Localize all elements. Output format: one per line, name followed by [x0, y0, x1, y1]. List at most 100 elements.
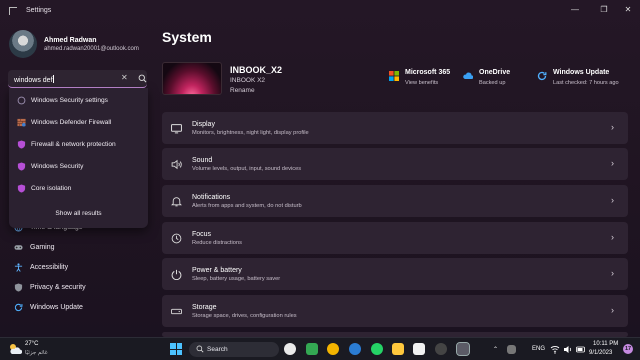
back-arrow-icon[interactable]: [9, 7, 17, 15]
weather-condition[interactable]: غائم جزئيًا: [25, 350, 48, 356]
rename-link[interactable]: Rename: [230, 87, 255, 94]
card-sound[interactable]: Sound Volume levels, output, input, soun…: [162, 148, 628, 180]
chevron-right-icon: ›: [611, 232, 614, 242]
maximize-button[interactable]: ❐: [596, 3, 612, 15]
search-suggestions: Windows Security settings Windows Defend…: [9, 88, 148, 228]
tile-title: Windows Update: [553, 69, 610, 76]
chrome-icon[interactable]: [327, 343, 339, 355]
sidebar-item-gaming[interactable]: Gaming: [0, 239, 150, 257]
app-icon-obs[interactable]: [435, 343, 447, 355]
display-icon: [171, 124, 182, 134]
device-name: INBOOK_X2: [230, 65, 283, 75]
card-display[interactable]: Display Monitors, brightness, night ligh…: [162, 112, 628, 144]
suggestion-item[interactable]: Firewall & network protection: [9, 134, 148, 154]
card-title: Power & battery: [192, 267, 242, 274]
app-icon-1[interactable]: [284, 343, 296, 355]
language-indicator[interactable]: ENG: [532, 346, 545, 352]
windows-update-icon: [537, 71, 547, 81]
suggestion-item[interactable]: Windows Security settings: [9, 90, 148, 110]
tile-subtitle: Backed up: [479, 80, 506, 86]
volume-icon[interactable]: [563, 345, 573, 354]
search-input[interactable]: windows def ✕: [8, 70, 147, 88]
search-value[interactable]: windows def: [14, 75, 54, 84]
notification-badge[interactable]: 17: [623, 344, 633, 354]
battery-icon[interactable]: [576, 345, 586, 354]
start-button[interactable]: [170, 343, 182, 355]
avatar[interactable]: [9, 30, 37, 58]
search-icon: [196, 345, 204, 353]
suggestion-item[interactable]: Windows Security: [9, 156, 148, 176]
sidebar-item-windows-update[interactable]: Windows Update: [0, 299, 150, 317]
security-shield-icon: [17, 139, 26, 149]
minimize-button[interactable]: —: [567, 3, 583, 15]
card-notifications[interactable]: Notifications Alerts from apps and syste…: [162, 185, 628, 217]
chevron-right-icon: ›: [611, 195, 614, 205]
clock-time[interactable]: 10:11 PM: [593, 341, 618, 347]
page-title: System: [162, 29, 212, 45]
tray-chevron-icon[interactable]: ⌃: [493, 346, 498, 353]
chevron-right-icon: ›: [611, 158, 614, 168]
update-icon: [14, 303, 23, 312]
device-thumbnail: [162, 62, 222, 95]
weather-cloud-sun-icon[interactable]: [8, 343, 22, 355]
user-name: Ahmed Radwan: [44, 37, 97, 44]
notion-icon[interactable]: [413, 343, 425, 355]
card-title: Storage: [192, 304, 217, 311]
microsoft-365-icon: [389, 71, 399, 81]
tile-subtitle: View benefits: [405, 80, 439, 86]
bell-icon: [171, 197, 182, 207]
suggestion-label: Firewall & network protection: [31, 140, 116, 148]
clear-search-icon[interactable]: ✕: [121, 73, 128, 82]
search-icon[interactable]: [138, 74, 147, 83]
accessibility-icon: [14, 263, 23, 272]
tray-app-icon[interactable]: [507, 345, 516, 354]
clock-date[interactable]: 9/1/2023: [589, 350, 612, 356]
user-email: ahmed.radwan20001@outlook.com: [44, 46, 139, 52]
shield-outline-icon: [17, 96, 26, 104]
card-subtitle: Sleep, battery usage, battery saver: [192, 276, 281, 282]
file-explorer-icon[interactable]: [392, 343, 404, 355]
sidebar-item-label: Privacy & security: [30, 284, 86, 291]
tile-title: OneDrive: [479, 69, 511, 76]
card-title: Display: [192, 121, 215, 128]
settings-app-icon[interactable]: [456, 342, 470, 356]
sidebar-item-privacy-security[interactable]: Privacy & security: [0, 279, 150, 297]
tile-title: Microsoft 365: [405, 69, 451, 76]
focus-icon: [171, 233, 182, 244]
card-storage[interactable]: Storage Storage space, drives, configura…: [162, 295, 628, 327]
card-subtitle: Alerts from apps and system, do not dist…: [192, 203, 302, 209]
sidebar-item-accessibility[interactable]: Accessibility: [0, 259, 150, 277]
sidebar-item-label: Windows Update: [30, 304, 83, 311]
show-all-results-link[interactable]: Show all results: [9, 210, 148, 217]
sound-icon: [171, 159, 182, 170]
app-icon-2[interactable]: [306, 343, 318, 355]
weather-temperature[interactable]: 27°C: [25, 341, 38, 347]
card-focus[interactable]: Focus Reduce distractions ›: [162, 222, 628, 254]
window-title: Settings: [26, 7, 52, 14]
storage-icon: [171, 308, 182, 315]
taskbar: 27°C غائم جزئيًا Search ⌃ ENG 10:11 PM 9…: [0, 337, 640, 360]
card-title: Focus: [192, 231, 212, 238]
card-subtitle: Volume levels, output, input, sound devi…: [192, 166, 302, 172]
chevron-right-icon: ›: [611, 122, 614, 132]
card-power-battery[interactable]: Power & battery Sleep, battery usage, ba…: [162, 258, 628, 290]
suggestion-item[interactable]: Core isolation: [9, 178, 148, 198]
close-button[interactable]: ✕: [620, 3, 636, 15]
taskbar-search[interactable]: Search: [189, 342, 279, 357]
settings-window: Settings — ❐ ✕ Ahmed Radwan ahmed.radwan…: [0, 0, 640, 337]
sidebar-item-label: Accessibility: [30, 264, 69, 271]
edge-icon[interactable]: [349, 343, 361, 355]
suggestion-label: Windows Security settings: [31, 96, 108, 104]
onedrive-icon: [463, 72, 473, 79]
card-subtitle: Reduce distractions: [192, 240, 242, 246]
suggestion-label: Core isolation: [31, 184, 72, 192]
firewall-icon: [17, 118, 26, 127]
suggestion-item[interactable]: Windows Defender Firewall: [9, 112, 148, 132]
wifi-icon[interactable]: [550, 345, 560, 354]
card-title: Notifications: [192, 194, 231, 201]
device-model: INBOOK X2: [230, 77, 266, 84]
sidebar-item-label: Gaming: [30, 244, 55, 251]
tile-subtitle: Last checked: 7 hours ago: [553, 80, 619, 86]
card-title: Sound: [192, 157, 213, 164]
whatsapp-icon[interactable]: [371, 343, 383, 355]
